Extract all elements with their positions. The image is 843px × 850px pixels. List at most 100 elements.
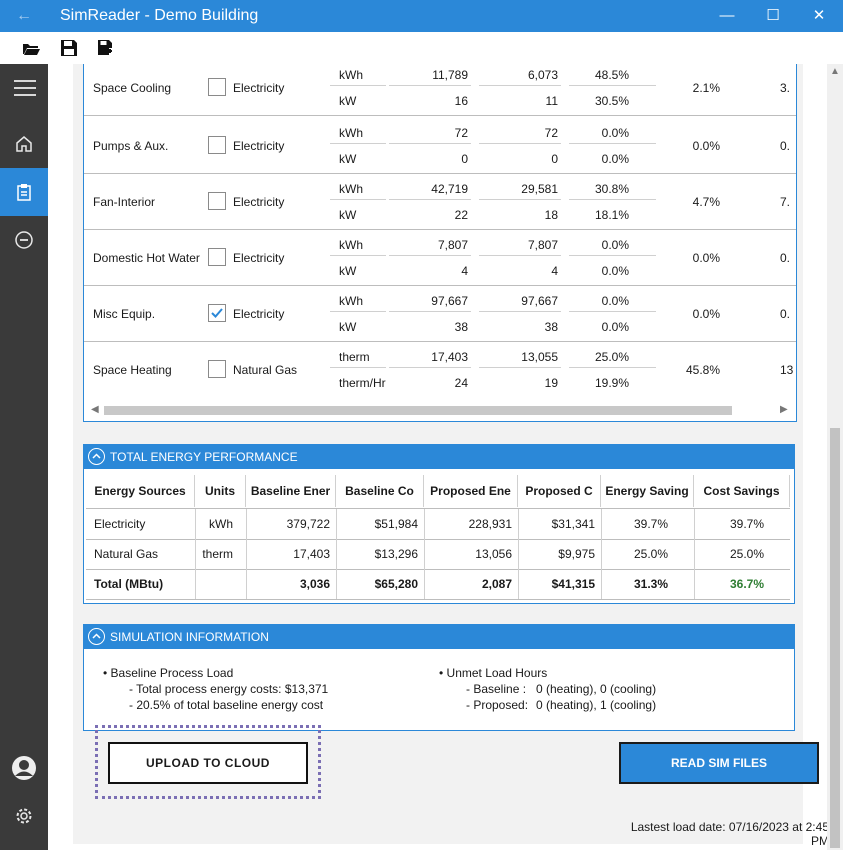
table-cell: 13,056 bbox=[475, 547, 512, 561]
scroll-right-icon[interactable]: ▶ bbox=[780, 404, 788, 415]
total-energy-header[interactable]: TOTAL ENERGY PERFORMANCE bbox=[84, 445, 794, 469]
column-header[interactable]: Proposed Ene bbox=[424, 475, 518, 507]
end-use-row: Domestic Hot Water Electricity kWh 7,807 7,8… bbox=[84, 230, 796, 286]
nav-rail bbox=[0, 64, 48, 850]
end-use-checkbox[interactable] bbox=[208, 136, 226, 154]
end-use-table: Space Cooling Electricity kWh 11,789 6,073 48… bbox=[83, 64, 797, 422]
clipped-column-value: 7. bbox=[780, 195, 791, 209]
demand-savings: 0.0% bbox=[601, 320, 629, 334]
maximize-button[interactable]: ☐ bbox=[761, 4, 785, 28]
back-arrow-icon[interactable]: ← bbox=[16, 6, 36, 26]
clipboard-icon[interactable] bbox=[0, 168, 48, 216]
end-use-name: Fan-Interior bbox=[93, 195, 156, 209]
table-cell: 379,722 bbox=[286, 517, 330, 531]
end-use-row: Space Cooling Electricity kWh 11,789 6,073 48… bbox=[84, 64, 796, 116]
end-use-name: Space Heating bbox=[93, 363, 172, 377]
gear-icon[interactable] bbox=[0, 792, 48, 840]
column-header[interactable]: Baseline Co bbox=[336, 475, 424, 507]
percent-of-total: 0.0% bbox=[692, 139, 720, 153]
scroll-thumb[interactable] bbox=[830, 428, 840, 848]
energy-unit: kWh bbox=[330, 234, 386, 256]
window-title: SimReader - Demo Building bbox=[60, 7, 259, 24]
horizontal-scrollbar[interactable]: ◀ ▶ bbox=[88, 402, 792, 418]
vertical-scrollbar[interactable]: ▲ bbox=[827, 64, 843, 850]
percent-of-total: 0.0% bbox=[692, 251, 720, 265]
energy-unit: therm bbox=[330, 346, 386, 368]
simulation-info-title: SIMULATION INFORMATION bbox=[110, 630, 269, 644]
table-cell: 39.7% bbox=[729, 517, 764, 531]
toolbar bbox=[0, 32, 843, 64]
end-use-row: Pumps & Aux. Electricity kWh 72 72 0.0% kW 0 0 0.… bbox=[84, 118, 796, 174]
save-as-icon[interactable] bbox=[96, 38, 116, 58]
home-icon[interactable] bbox=[0, 120, 48, 168]
minimize-button[interactable]: — bbox=[715, 4, 739, 28]
demand-unit: kW bbox=[339, 208, 357, 222]
scroll-thumb[interactable] bbox=[104, 406, 732, 415]
table-cell: $31,341 bbox=[551, 517, 595, 531]
end-use-checkbox[interactable] bbox=[208, 304, 226, 322]
column-header[interactable]: Units bbox=[195, 475, 246, 507]
demand-unit: kW bbox=[339, 152, 357, 166]
proposed-demand: 0 bbox=[551, 152, 558, 166]
total-energy-title: TOTAL ENERGY PERFORMANCE bbox=[110, 450, 298, 464]
process-percent-line: - 20.5% of total baseline energy cost bbox=[129, 698, 324, 712]
energy-unit: kWh bbox=[330, 64, 386, 86]
fuel-type: Electricity bbox=[233, 307, 285, 321]
percent-of-total: 0.0% bbox=[692, 307, 720, 321]
simulation-info-body: • Baseline Process Load - Total process … bbox=[84, 649, 794, 731]
end-use-checkbox[interactable] bbox=[208, 78, 226, 96]
more-icon[interactable] bbox=[0, 216, 48, 264]
open-folder-icon[interactable] bbox=[21, 38, 41, 58]
end-use-checkbox[interactable] bbox=[208, 360, 226, 378]
proposed-demand: 38 bbox=[544, 320, 558, 334]
demand-savings: 18.1% bbox=[594, 208, 629, 222]
simulation-info-header[interactable]: SIMULATION INFORMATION bbox=[84, 625, 794, 649]
table-cell: 25.0% bbox=[729, 547, 764, 561]
unmet-baseline-label: - Baseline : bbox=[466, 682, 527, 696]
energy-savings: 0.0% bbox=[569, 290, 656, 312]
proposed-energy: 72 bbox=[479, 122, 561, 144]
demand-unit: therm/Hr bbox=[339, 376, 386, 390]
end-use-row: Misc Equip. Electricity kWh 97,667 97,667 0.0… bbox=[84, 286, 796, 342]
main-content: Space Cooling Electricity kWh 11,789 6,073 48… bbox=[48, 64, 843, 850]
upload-to-cloud-button[interactable]: UPLOAD TO CLOUD bbox=[108, 742, 308, 784]
demand-unit: kW bbox=[339, 320, 357, 334]
percent-of-total: 2.1% bbox=[692, 81, 720, 95]
column-header[interactable]: Energy Sources bbox=[86, 475, 195, 507]
column-divider bbox=[246, 509, 247, 599]
end-use-checkbox[interactable] bbox=[208, 248, 226, 266]
clipped-column-value: 0. bbox=[780, 139, 791, 153]
unmet-proposed-value: 0 (heating), 1 (cooling) bbox=[536, 698, 657, 712]
user-icon[interactable] bbox=[0, 744, 48, 792]
energy-savings: 48.5% bbox=[569, 64, 656, 86]
column-header[interactable]: Cost Savings bbox=[694, 475, 790, 507]
read-sim-files-button[interactable]: READ SIM FILES bbox=[619, 742, 819, 784]
proposed-energy: 13,055 bbox=[479, 346, 561, 368]
collapse-icon[interactable] bbox=[88, 628, 105, 645]
collapse-icon[interactable] bbox=[88, 448, 105, 465]
percent-of-total: 4.7% bbox=[692, 195, 720, 209]
column-header[interactable]: Energy Saving bbox=[601, 475, 694, 507]
end-use-checkbox[interactable] bbox=[208, 192, 226, 210]
save-icon[interactable] bbox=[59, 38, 79, 58]
demand-unit: kW bbox=[339, 94, 357, 108]
column-divider bbox=[601, 509, 602, 599]
fuel-type: Electricity bbox=[233, 251, 285, 265]
menu-icon[interactable] bbox=[0, 64, 48, 112]
table-cell bbox=[195, 569, 233, 599]
column-header[interactable]: Baseline Ener bbox=[246, 475, 336, 507]
column-header[interactable]: Proposed C bbox=[518, 475, 601, 507]
baseline-energy: 17,403 bbox=[389, 346, 471, 368]
clipped-column-value: 3. bbox=[780, 81, 791, 95]
baseline-demand: 38 bbox=[454, 320, 468, 334]
scroll-up-icon[interactable]: ▲ bbox=[830, 66, 840, 77]
report-area: Space Cooling Electricity kWh 11,789 6,073 48… bbox=[73, 64, 829, 848]
baseline-energy: 97,667 bbox=[389, 290, 471, 312]
table-cell: 36.7% bbox=[729, 577, 764, 591]
proposed-energy: 6,073 bbox=[479, 64, 561, 86]
end-use-row: Space Heating Natural Gas therm 17,403 13,05… bbox=[84, 342, 796, 398]
table-cell: Natural Gas bbox=[94, 547, 159, 561]
scroll-left-icon[interactable]: ◀ bbox=[91, 404, 99, 415]
close-button[interactable]: ✕ bbox=[807, 4, 831, 28]
baseline-process-load-heading: • Baseline Process Load bbox=[103, 666, 234, 680]
